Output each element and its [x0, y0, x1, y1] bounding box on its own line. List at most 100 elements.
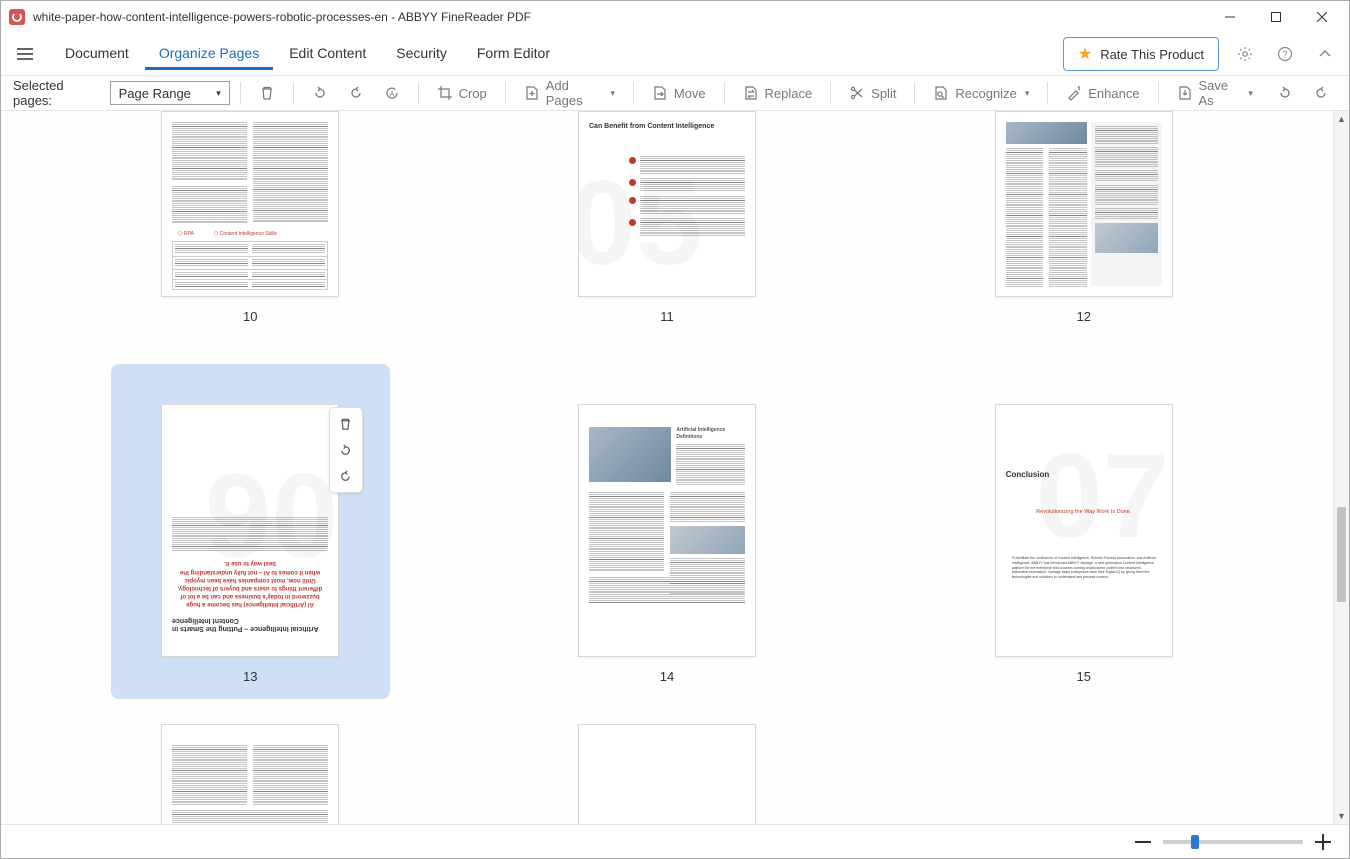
selected-pages-label: Selected pages: [13, 78, 100, 108]
zoom-slider[interactable] [1163, 840, 1303, 844]
page-thumb-12 [995, 111, 1173, 297]
hamburger-menu[interactable] [11, 40, 39, 68]
page-thumb-13: 06 Artificial Intelligence – Putting the… [161, 404, 339, 657]
redo-icon [1313, 85, 1329, 101]
rotate-auto-button[interactable]: A [376, 81, 408, 105]
zoom-in-button[interactable] [1315, 834, 1331, 850]
save-as-icon [1177, 85, 1193, 101]
page-delete-button[interactable] [334, 412, 358, 436]
enhance-button[interactable]: Enhance [1058, 81, 1147, 105]
page-rotate-right-button[interactable] [334, 464, 358, 488]
save-as-label: Save As [1199, 78, 1241, 108]
trash-icon [259, 85, 275, 101]
page-number: 13 [243, 669, 257, 684]
scroll-up-arrow[interactable]: ▲ [1334, 111, 1349, 127]
svg-text:A: A [389, 91, 394, 98]
rotate-right-button[interactable] [340, 81, 372, 105]
page-thumb-15: 07 Conclusion Revolutionizing the Way Wo… [995, 404, 1173, 657]
page-range-select[interactable]: Page Range ▾ [110, 81, 230, 105]
redo-button[interactable] [1305, 81, 1337, 105]
rotate-auto-icon: A [384, 85, 400, 101]
split-icon [849, 85, 865, 101]
chevron-down-icon: ▾ [216, 88, 221, 99]
minimize-button[interactable] [1207, 1, 1253, 33]
menu-document[interactable]: Document [51, 39, 143, 70]
move-icon [652, 85, 668, 101]
page-grid: ⬡ RPA⬡ Content Intelligence Skills 10 05… [1, 111, 1349, 824]
crop-button[interactable]: Crop [429, 81, 495, 105]
titlebar: white-paper-how-content-intelligence-pow… [1, 1, 1349, 33]
menu-form-editor[interactable]: Form Editor [463, 39, 564, 70]
page-cell-14[interactable]: Artificial Intelligence Definitions 14 [500, 364, 835, 684]
page-thumb-17 [578, 724, 756, 824]
settings-button[interactable] [1231, 40, 1259, 68]
help-button[interactable]: ? [1271, 40, 1299, 68]
toolbar: Selected pages: Page Range ▾ A Crop Add … [1, 75, 1349, 111]
page-float-actions [329, 407, 363, 493]
close-button[interactable] [1299, 1, 1345, 33]
scroll-down-arrow[interactable]: ▼ [1334, 808, 1349, 824]
replace-button[interactable]: Replace [735, 81, 821, 105]
page-cell-11[interactable]: 05 Can Benefit from Content Intelligence… [500, 111, 835, 324]
add-page-icon [524, 85, 540, 101]
move-button[interactable]: Move [644, 81, 714, 105]
menubar: Document Organize Pages Edit Content Sec… [1, 33, 1349, 75]
enhance-label: Enhance [1088, 86, 1139, 101]
zoom-slider-handle[interactable] [1191, 835, 1199, 849]
delete-button[interactable] [251, 81, 283, 105]
replace-label: Replace [765, 86, 813, 101]
rotate-left-icon [312, 85, 328, 101]
maximize-button[interactable] [1253, 1, 1299, 33]
page-cell-17[interactable]: 17 [500, 724, 835, 824]
vertical-scrollbar[interactable]: ▲ ▼ [1333, 111, 1349, 824]
undo-icon [1277, 85, 1293, 101]
collapse-button[interactable] [1311, 40, 1339, 68]
thumb-title: Conclusion [1006, 470, 1162, 481]
rotate-left-button[interactable] [304, 81, 336, 105]
page-thumb-10: ⬡ RPA⬡ Content Intelligence Skills [161, 111, 339, 297]
thumb-title: Artificial Intelligence – Putting the Sm… [172, 616, 328, 632]
page-cell-16[interactable]: 16 [83, 724, 418, 824]
zoom-out-button[interactable] [1135, 834, 1151, 850]
menu-security[interactable]: Security [382, 39, 461, 70]
page-number: 14 [660, 669, 674, 684]
recognize-button[interactable]: Recognize ▾ [925, 81, 1037, 105]
page-number: 12 [1077, 309, 1091, 324]
scroll-thumb[interactable] [1337, 507, 1346, 602]
replace-icon [743, 85, 759, 101]
rotate-right-icon [348, 85, 364, 101]
page-cell-10[interactable]: ⬡ RPA⬡ Content Intelligence Skills 10 [83, 111, 418, 324]
star-icon: ★ [1078, 44, 1092, 64]
page-rotate-left-button[interactable] [334, 438, 358, 462]
chevron-down-icon: ▾ [610, 88, 615, 99]
menu-organize-pages[interactable]: Organize Pages [145, 39, 273, 70]
page-cell-12[interactable]: 12 [916, 111, 1251, 324]
thumb-body: To facilitate the confluence of Content … [1006, 556, 1162, 580]
page-thumb-16 [161, 724, 339, 824]
undo-button[interactable] [1269, 81, 1301, 105]
split-button[interactable]: Split [841, 81, 904, 105]
thumb-title: Artificial Intelligence Definitions [676, 427, 745, 441]
svg-text:?: ? [1282, 50, 1287, 60]
page-thumb-11: 05 Can Benefit from Content Intelligence [578, 111, 756, 297]
page-cell-15[interactable]: 07 Conclusion Revolutionizing the Way Wo… [916, 364, 1251, 684]
add-pages-button[interactable]: Add Pages ▾ [516, 74, 623, 112]
chevron-down-icon: ▾ [1025, 88, 1030, 99]
rate-label: Rate This Product [1100, 47, 1204, 62]
page-cell-13[interactable]: 06 Artificial Intelligence – Putting the… [83, 364, 418, 684]
menu-edit-content[interactable]: Edit Content [275, 39, 380, 70]
rate-product-button[interactable]: ★ Rate This Product [1063, 37, 1219, 71]
page-number: 15 [1077, 669, 1091, 684]
add-pages-label: Add Pages [546, 78, 603, 108]
move-label: Move [674, 86, 706, 101]
page-number: 10 [243, 309, 257, 324]
window-title: white-paper-how-content-intelligence-pow… [33, 10, 1207, 24]
thumb-quote: AI (Artificial Intelligence) has become … [176, 559, 324, 608]
thumb-sub: Revolutionizing the Way Work Is Done. [1006, 509, 1162, 516]
recognize-icon [933, 85, 949, 101]
enhance-icon [1066, 85, 1082, 101]
page-range-value: Page Range [119, 86, 191, 101]
thumb-title: Can Benefit from Content Intelligence [589, 122, 745, 131]
recognize-label: Recognize [955, 86, 1016, 101]
save-as-button[interactable]: Save As▾ [1169, 74, 1261, 112]
